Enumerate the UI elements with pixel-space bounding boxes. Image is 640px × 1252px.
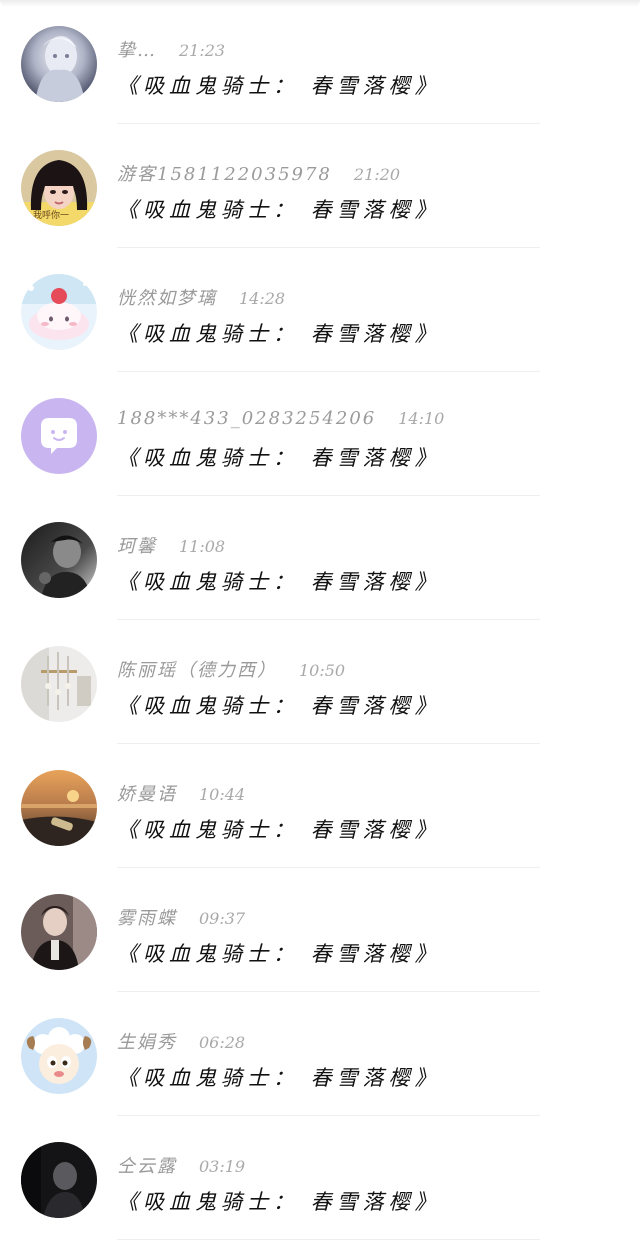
- message-text: 《吸血鬼骑士： 春雪落樱》: [117, 694, 441, 718]
- message-item[interactable]: 恍然如梦璃 14:28 《吸血鬼骑士： 春雪落樱》: [0, 248, 640, 372]
- message-time: 14:28: [239, 289, 286, 308]
- message-meta: 雾雨蝶 09:37: [117, 904, 245, 930]
- message-item[interactable]: 仝云露 03:19 《吸血鬼骑士： 春雪落樱》: [0, 1116, 640, 1240]
- sender-name[interactable]: 挚…: [117, 36, 157, 62]
- pastel-dessert-avatar-icon[interactable]: [21, 274, 97, 350]
- message-time: 11:08: [179, 537, 226, 556]
- message-time: 09:37: [199, 909, 246, 928]
- sender-name[interactable]: 珂馨: [117, 532, 157, 558]
- message-meta: 挚… 21:23: [117, 36, 225, 62]
- cartoon-sheep-avatar-icon[interactable]: [21, 1018, 97, 1094]
- message-meta: 生娟秀 06:28: [117, 1028, 245, 1054]
- message-time: 14:10: [398, 409, 445, 428]
- message-text: 《吸血鬼骑士： 春雪落樱》: [117, 322, 441, 346]
- message-item[interactable]: 雾雨蝶 09:37 《吸血鬼骑士： 春雪落樱》: [0, 868, 640, 992]
- message-item[interactable]: 挚… 21:23 《吸血鬼骑士： 春雪落樱》: [0, 0, 640, 124]
- message-item[interactable]: 娇曼语 10:44 《吸血鬼骑士： 春雪落樱》: [0, 744, 640, 868]
- girl-bangs-avatar-icon[interactable]: 我呼你一: [21, 150, 97, 226]
- message-text: 《吸血鬼骑士： 春雪落樱》: [117, 570, 441, 594]
- message-time: 03:19: [199, 1157, 246, 1176]
- sender-name[interactable]: 生娟秀: [117, 1028, 177, 1054]
- message-meta: 188***433_0283254206 14:10: [117, 408, 444, 434]
- message-time: 10:44: [199, 785, 246, 804]
- message-text: 《吸血鬼骑士： 春雪落樱》: [117, 446, 441, 470]
- sender-name[interactable]: 仝云露: [117, 1152, 177, 1178]
- item-divider: [117, 1239, 540, 1240]
- sunset-beach-bottle-avatar-icon[interactable]: [21, 770, 97, 846]
- message-time: 21:20: [353, 165, 400, 184]
- sender-name[interactable]: 188***433_0283254206: [117, 408, 376, 429]
- message-meta: 恍然如梦璃 14:28: [117, 284, 285, 310]
- message-meta: 陈丽瑶（德力西） 10:50: [117, 656, 345, 682]
- sender-name[interactable]: 雾雨蝶: [117, 904, 177, 930]
- silver-hair-avatar-icon[interactable]: [21, 26, 97, 102]
- message-item[interactable]: 我呼你一 游客1581122035978 21:20 《吸血鬼骑士： 春雪落樱》: [0, 124, 640, 248]
- sender-name[interactable]: 恍然如梦璃: [117, 284, 217, 310]
- message-item[interactable]: 188***433_0283254206 14:10 《吸血鬼骑士： 春雪落樱》: [0, 372, 640, 496]
- dark-portrait-avatar-icon[interactable]: [21, 522, 97, 598]
- message-meta: 娇曼语 10:44: [117, 780, 245, 806]
- message-time: 21:23: [179, 41, 226, 60]
- message-text: 《吸血鬼骑士： 春雪落樱》: [117, 942, 441, 966]
- sender-name[interactable]: 游客1581122035978: [117, 160, 332, 186]
- message-item[interactable]: 珂馨 11:08 《吸血鬼骑士： 春雪落樱》: [0, 496, 640, 620]
- default-chat-bubble-avatar-icon[interactable]: [21, 398, 97, 474]
- message-meta: 游客1581122035978 21:20: [117, 160, 400, 186]
- svg-text:我呼你一: 我呼你一: [33, 209, 69, 221]
- message-item[interactable]: 陈丽瑶（德力西） 10:50 《吸血鬼骑士： 春雪落樱》: [0, 620, 640, 744]
- message-text: 《吸血鬼骑士： 春雪落樱》: [117, 1190, 441, 1214]
- message-time: 10:50: [299, 661, 346, 680]
- chandelier-avatar-icon[interactable]: [21, 646, 97, 722]
- message-text: 《吸血鬼骑士： 春雪落樱》: [117, 74, 441, 98]
- dark-figure-avatar-icon[interactable]: [21, 1142, 97, 1218]
- message-meta: 仝云露 03:19: [117, 1152, 245, 1178]
- message-text: 《吸血鬼骑士： 春雪落樱》: [117, 198, 441, 222]
- man-portrait-avatar-icon[interactable]: [21, 894, 97, 970]
- message-meta: 珂馨 11:08: [117, 532, 225, 558]
- message-item[interactable]: 生娟秀 06:28 《吸血鬼骑士： 春雪落樱》: [0, 992, 640, 1116]
- sender-name[interactable]: 娇曼语: [117, 780, 177, 806]
- message-time: 06:28: [199, 1033, 246, 1052]
- message-text: 《吸血鬼骑士： 春雪落樱》: [117, 818, 441, 842]
- message-text: 《吸血鬼骑士： 春雪落樱》: [117, 1066, 441, 1090]
- sender-name[interactable]: 陈丽瑶（德力西）: [117, 656, 277, 682]
